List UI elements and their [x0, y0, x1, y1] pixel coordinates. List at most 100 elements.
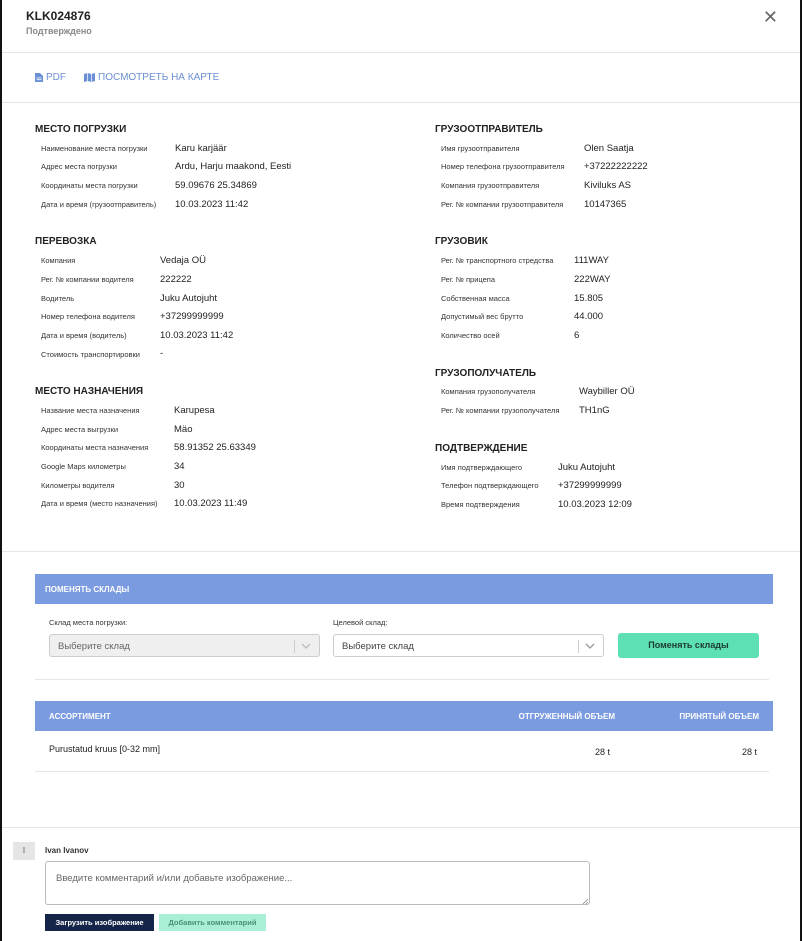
info-value: 58.91352 25.63349	[174, 442, 256, 453]
info-value: +37222222222	[584, 161, 648, 172]
info-row: Google Maps километры	[41, 459, 126, 473]
info-label: Водитель	[41, 293, 75, 303]
info-row: Телефон подтверждающего	[441, 478, 539, 492]
info-row: Рег. № компании водителя	[41, 272, 134, 286]
info-row: Рег. № транспортного стредства	[441, 253, 553, 267]
info-row: Количество осей	[441, 328, 500, 342]
shipper-section-title: ГРУЗООТПРАВИТЕЛЬ	[435, 124, 543, 135]
info-label: Наименование места погрузки	[41, 143, 148, 153]
pdf-link[interactable]: PDF	[35, 72, 66, 83]
waybill-modal: KLK024876 Подтверждено ✕ PDF ПОСМОТРЕТЬ …	[0, 0, 802, 941]
info-row: Компания грузоотправителя	[441, 178, 539, 192]
comment-input[interactable]: Введите комментарий и/или добавьте изобр…	[45, 861, 590, 905]
info-value: +37299999999	[160, 311, 224, 322]
table-row-divider	[35, 771, 769, 772]
info-row: Километры водителя	[41, 478, 115, 492]
info-value: Olen Saatja	[584, 143, 634, 154]
section-divider	[35, 679, 769, 680]
info-row: Стоимость транспортировки	[41, 347, 140, 361]
upload-image-button[interactable]: Загрузить изображение	[45, 914, 154, 931]
info-value: 10.03.2023 12:09	[558, 499, 632, 510]
info-row: Название места назначения	[41, 403, 140, 417]
info-value: Juku Autojuht	[160, 293, 218, 304]
section-divider	[2, 827, 800, 828]
info-value: TH1nG	[579, 405, 610, 416]
info-label: Имя подтверждающего	[441, 462, 523, 472]
status-label: Подтверждено	[26, 26, 92, 36]
change-warehouses-title: ПОМЕНЯТЬ СКЛАДЫ	[45, 585, 130, 594]
add-comment-button[interactable]: Добавить комментарий	[159, 914, 266, 931]
close-icon[interactable]: ✕	[763, 8, 778, 26]
info-value: Kiviluks AS	[584, 180, 631, 191]
info-row: Номер телефона грузоотправителя	[441, 159, 565, 173]
info-label: Рег. № компании грузоотправителя	[441, 199, 564, 209]
info-row: Собственная масса	[441, 291, 510, 305]
info-value: Karu karjäär	[175, 143, 227, 154]
target-warehouse-select[interactable]: Выберите склад	[333, 634, 604, 657]
column-shipped-volume: ОТГРУЖЕННЫЙ ОБЪЕМ	[518, 712, 615, 721]
info-value: 10.03.2023 11:49	[174, 498, 248, 509]
info-value: 222WAY	[574, 274, 611, 285]
avatar: I	[13, 842, 35, 860]
section-divider	[2, 551, 800, 552]
info-label: Имя грузоотправителя	[441, 143, 520, 153]
info-value: Waybiller OÜ	[579, 386, 635, 397]
info-label: Компания грузополучателя	[441, 386, 536, 396]
assortment-name: Purustatud kruus [0-32 mm]	[49, 744, 161, 754]
received-volume: 28 t	[742, 747, 758, 757]
info-value: 10.03.2023 11:42	[175, 199, 249, 210]
info-label: Рег. № компании водителя	[41, 274, 134, 284]
info-value: Ardu, Harju maakond, Eesti	[175, 161, 292, 172]
assortment-table-header: АССОРТИМЕНТ ОТГРУЖЕННЫЙ ОБЪЕМ ПРИНЯТЫЙ О…	[35, 701, 773, 731]
info-value: 34	[174, 461, 185, 472]
source-warehouse-select[interactable]: Выберите склад	[49, 634, 320, 657]
info-label: Стоимость транспортировки	[41, 349, 140, 359]
transport-section-title: ПЕРЕВОЗКА	[35, 236, 97, 247]
change-warehouses-header: ПОМЕНЯТЬ СКЛАДЫ	[35, 574, 773, 604]
info-row: Наименование места погрузки	[41, 141, 147, 155]
info-label: Допустимый вес брутто	[441, 311, 524, 321]
info-value: Mäo	[174, 424, 193, 435]
confirmation-section-title: ПОДТВЕРЖДЕНИЕ	[435, 443, 528, 454]
view-on-map-label: ПОСМОТРЕТЬ НА КАРТЕ	[98, 72, 220, 83]
info-row: Дата и время (грузоотправитель)	[41, 197, 156, 211]
info-label: Номер телефона водителя	[41, 311, 135, 321]
info-label: Компания	[41, 255, 76, 265]
info-value: 59.09676 25.34869	[175, 180, 257, 191]
waybill-number: KLK024876	[26, 9, 91, 23]
info-row: Время подтверждения	[441, 497, 520, 511]
resize-handle-icon[interactable]	[582, 898, 589, 905]
source-warehouse-label: Склад места погрузки:	[49, 618, 128, 627]
info-row: Компания грузополучателя	[441, 384, 535, 398]
chevron-down-icon	[301, 643, 311, 649]
target-warehouse-label: Целевой склад:	[333, 618, 388, 627]
view-on-map-link[interactable]: ПОСМОТРЕТЬ НА КАРТЕ	[84, 72, 219, 83]
destination-section-title: МЕСТО НАЗНАЧЕНИЯ	[35, 386, 144, 397]
info-value: 222222	[160, 274, 192, 285]
select-separator	[294, 640, 295, 653]
info-value: 30	[174, 480, 185, 491]
info-label: Рег. № компании грузополучателя	[441, 405, 560, 415]
info-label: Рег. № транспортного стредства	[441, 255, 554, 265]
info-value: Karupesa	[174, 405, 215, 416]
info-label: Адрес места погрузки	[41, 161, 117, 171]
info-label: Адрес места выгрузки	[41, 424, 119, 434]
map-icon	[84, 73, 95, 82]
info-label: Координаты места погрузки	[41, 180, 138, 190]
change-warehouses-button[interactable]: Поменять склады	[618, 633, 759, 658]
info-row: Имя грузоотправителя	[441, 141, 520, 155]
info-row: Адрес места погрузки	[41, 159, 117, 173]
info-label: Время подтверждения	[441, 499, 520, 509]
consignee-section-title: ГРУЗОПОЛУЧАТЕЛЬ	[435, 368, 537, 379]
chevron-down-icon	[585, 643, 595, 649]
info-label: Километры водителя	[41, 480, 115, 490]
column-received-volume: ПРИНЯТЫЙ ОБЪЕМ	[679, 712, 759, 721]
source-warehouse-placeholder: Выберите склад	[58, 641, 130, 652]
info-row: Имя подтверждающего	[441, 460, 522, 474]
info-row: Координаты места погрузки	[41, 178, 138, 192]
info-row: Рег. № компании грузоотправителя	[441, 197, 563, 211]
info-label: Название места назначения	[41, 405, 140, 415]
action-toolbar: PDF ПОСМОТРЕТЬ НА КАРТЕ	[2, 52, 800, 103]
info-row: Дата и время (водитель)	[41, 328, 127, 342]
info-row: Рег. № компании грузополучателя	[441, 403, 559, 417]
